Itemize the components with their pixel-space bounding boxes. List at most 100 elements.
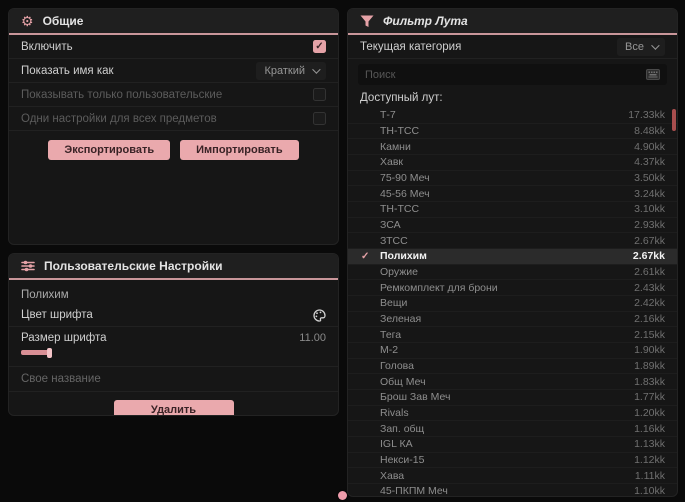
loot-row[interactable]: Ремкомплект для брони 2.43kk xyxy=(348,280,677,297)
chevron-down-icon xyxy=(651,40,660,50)
sliders-icon xyxy=(21,260,35,272)
gear-icon: ⚙ xyxy=(21,13,34,29)
enable-label: Включить xyxy=(21,40,73,53)
loot-list: Т-7 17.33kk ТН-ТСС 8.48kk Камни 4.90kk Х… xyxy=(348,108,677,497)
loot-row[interactable]: Хава 1.11kk xyxy=(348,468,677,485)
loot-row-value: 2.67kk xyxy=(634,234,665,247)
font-color-row: Цвет шрифта xyxy=(9,304,338,326)
general-panel-title: Общие xyxy=(42,14,84,28)
loot-row-value: 17.33kk xyxy=(628,109,665,122)
loot-row[interactable]: Брош Зав Меч 1.77kk xyxy=(348,390,677,406)
delete-button[interactable]: Удалить xyxy=(113,400,234,415)
palette-icon[interactable] xyxy=(313,308,326,322)
loot-row-value: 2.61kk xyxy=(634,266,665,279)
name-mode-label: Показать имя как xyxy=(21,64,114,77)
loot-row-name: IGL КА xyxy=(380,438,413,451)
slider-track[interactable] xyxy=(21,348,321,358)
loot-row-name: ТН-ТСС xyxy=(380,125,420,137)
category-dropdown[interactable]: Все xyxy=(617,37,665,56)
loot-row-value: 2.42kk xyxy=(634,297,665,310)
loot-row-name: 75-90 Меч xyxy=(380,172,430,185)
scrollbar-thumb[interactable] xyxy=(672,109,676,131)
loot-row-name: ЗТСС xyxy=(380,234,408,247)
loot-row-name: Общ Меч xyxy=(380,375,426,388)
loot-row-name: Хава xyxy=(380,469,405,482)
loot-row[interactable]: М-2 1.90kk xyxy=(348,343,677,359)
loot-row-name: Зап. общ xyxy=(380,422,425,435)
loot-row[interactable]: ТН-ТСС 8.48kk xyxy=(348,124,677,140)
loot-row-name: 45-ПКПМ Меч xyxy=(380,485,448,497)
category-label: Текущая категория xyxy=(360,40,462,53)
loot-row-name: Полихим xyxy=(380,250,427,263)
loot-row[interactable]: Тега 2.15kk xyxy=(348,327,677,344)
custom-name-input[interactable] xyxy=(21,373,326,385)
loot-row[interactable]: Вещи 2.42kk xyxy=(348,296,677,312)
loot-row[interactable]: Оружие 2.61kk xyxy=(348,265,677,281)
cursor-dot xyxy=(338,491,347,500)
name-mode-value: Краткий xyxy=(264,64,305,77)
search-input[interactable] xyxy=(365,68,646,81)
loot-row-name: Т-7 xyxy=(380,109,396,122)
loot-row[interactable]: Хавк 4.37kk xyxy=(348,155,677,171)
export-button[interactable]: Экспортировать xyxy=(48,140,171,160)
delete-row: Удалить xyxy=(9,400,338,415)
loot-row-name: ТН-ТСС xyxy=(380,203,420,216)
loot-row[interactable]: Т-7 17.33kk xyxy=(348,108,677,124)
category-value: Все xyxy=(625,40,644,53)
loot-row-value: 1.12kk xyxy=(634,454,665,467)
slider-handle[interactable] xyxy=(47,348,52,358)
search-box xyxy=(358,64,667,85)
custom-name-row xyxy=(9,366,338,392)
name-mode-dropdown[interactable]: Краткий xyxy=(256,61,326,80)
loot-row[interactable]: ТН-ТСС 3.10kk xyxy=(348,202,677,218)
loot-filter-panel: Фильтр Лута Текущая категория Все Доступ… xyxy=(347,8,678,497)
same-settings-checkbox[interactable] xyxy=(313,112,326,125)
loot-row[interactable]: IGL КА 1.13kk xyxy=(348,437,677,453)
loot-row-name: 45-56 Меч xyxy=(380,187,430,200)
loot-row-value: 3.24kk xyxy=(634,187,665,200)
keyboard-icon[interactable] xyxy=(646,69,660,80)
loot-row-value: 2.43kk xyxy=(634,281,665,294)
loot-row[interactable]: Зап. общ 1.16kk xyxy=(348,421,677,438)
only-custom-label: Показывать только пользовательские xyxy=(21,88,223,101)
loot-row-name: Хавк xyxy=(380,156,404,169)
category-row: Текущая категория Все xyxy=(348,35,677,59)
font-size-slider[interactable] xyxy=(9,348,338,362)
loot-row[interactable]: Камни 4.90kk xyxy=(348,139,677,156)
general-panel-header: ⚙ Общие xyxy=(9,9,338,35)
chevron-down-icon xyxy=(312,64,321,74)
loot-row-name: Камни xyxy=(380,140,411,153)
loot-row-check-icon: ✓ xyxy=(361,250,370,262)
loot-row[interactable]: Голова 1.89kk xyxy=(348,359,677,375)
loot-row-name: ЗСА xyxy=(380,219,401,232)
loot-row[interactable]: ЗТСС 2.67kk xyxy=(348,233,677,250)
loot-row[interactable]: 45-56 Меч 3.24kk xyxy=(348,186,677,203)
loot-row-value: 1.10kk xyxy=(634,485,665,497)
import-button[interactable]: Импортировать xyxy=(180,140,299,160)
loot-row[interactable]: Общ Меч 1.83kk xyxy=(348,374,677,391)
enable-checkbox[interactable]: ✓ xyxy=(313,40,326,53)
loot-row[interactable]: Rivals 1.20kk xyxy=(348,406,677,422)
loot-row[interactable]: 75-90 Меч 3.50kk xyxy=(348,171,677,187)
loot-row[interactable]: Зеленая 2.16kk xyxy=(348,312,677,328)
loot-row-value: 1.13kk xyxy=(634,438,665,451)
same-settings-label: Одни настройки для всех предметов xyxy=(21,112,217,125)
setting-row-same-settings: Одни настройки для всех предметов xyxy=(9,107,338,131)
loot-row-value: 1.11kk xyxy=(634,469,665,482)
loot-row[interactable]: Некси-15 1.12kk xyxy=(348,453,677,469)
loot-row[interactable]: 45-ПКПМ Меч 1.10kk xyxy=(348,484,677,497)
filter-panel-header: Фильтр Лута xyxy=(348,9,677,35)
loot-row-value: 1.20kk xyxy=(634,407,665,420)
loot-row-value: 2.67kk xyxy=(632,250,665,263)
loot-row-value: 2.15kk xyxy=(634,328,665,341)
setting-row-name-mode: Показать имя как Краткий xyxy=(9,59,338,83)
font-size-row: Размер шрифта 11.00 xyxy=(9,327,338,349)
loot-row[interactable]: ✓ Полихим 2.67kk xyxy=(348,249,677,265)
loot-row-name: М-2 xyxy=(380,344,399,357)
loot-row-value: 1.77kk xyxy=(634,391,665,404)
only-custom-checkbox[interactable] xyxy=(313,88,326,101)
export-import-row: Экспортировать Импортировать xyxy=(9,140,338,160)
font-color-label: Цвет шрифта xyxy=(21,309,93,321)
slider-fill xyxy=(21,350,49,355)
loot-row[interactable]: ЗСА 2.93kk xyxy=(348,218,677,234)
